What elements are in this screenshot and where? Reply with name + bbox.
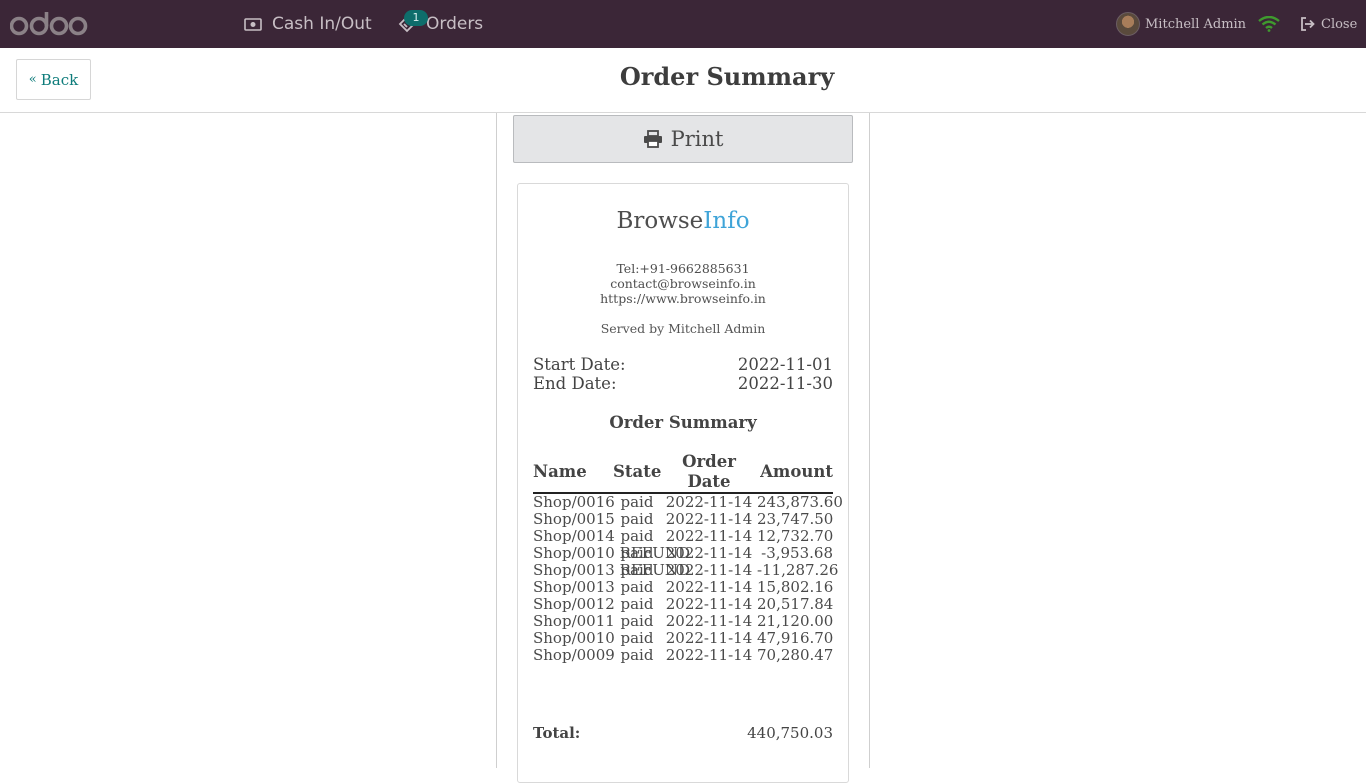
table-row: Shop/0010 REFUND paid 2022-11-14 -3,953.68: [533, 545, 833, 562]
served-by: Served by Mitchell Admin: [600, 321, 766, 336]
orders-label: Orders: [426, 14, 484, 34]
end-date-label: End Date:: [533, 374, 617, 393]
order-date-cell: 2022-11-14: [665, 493, 753, 511]
column-header-order-date: Order Date: [661, 452, 757, 494]
orders-table-body: Shop/0016 paid 2022-11-14 243,873.60 Shop/00…: [533, 493, 843, 664]
column-header-state: State: [613, 452, 661, 494]
order-state-cell: paid: [620, 493, 654, 511]
table-row: Shop/0009 paid 2022-11-14 70,280.47: [533, 647, 833, 664]
summary-title: Order Summary: [609, 413, 757, 432]
company-email: contact@browseinfo.in: [610, 276, 756, 291]
order-name-cell: Shop/0010 REFUND: [533, 544, 691, 562]
order-amount-cell: 15,802.16: [757, 578, 834, 596]
cash-in-out-label: Cash In/Out: [272, 14, 372, 34]
end-date-value: 2022-11-30: [737, 374, 833, 393]
order-date-cell: 2022-11-14: [665, 544, 753, 562]
avatar: [1116, 12, 1140, 36]
order-name-cell: Shop/0015: [533, 510, 615, 528]
close-label: Close: [1321, 16, 1358, 32]
order-date-cell: 2022-11-14: [665, 595, 753, 613]
table-row: Shop/0013 REFUND paid 2022-11-14 -11,287.26: [533, 561, 839, 579]
orders-table: Name State Order Date Amount Shop/0016 pa…: [533, 452, 843, 664]
order-amount-cell: 20,517.84: [757, 595, 834, 613]
close-button[interactable]: Close: [1300, 0, 1357, 48]
order-state-cell: paid: [620, 578, 654, 596]
order-name-cell: Shop/0014: [533, 527, 615, 545]
table-header-row: Name State Order Date Amount: [533, 452, 833, 494]
order-amount-cell: -3,953.68: [761, 544, 833, 562]
order-name-cell: Shop/0013: [533, 578, 615, 596]
order-name-cell: Shop/0016: [533, 493, 615, 511]
order-date-cell: 2022-11-14: [665, 510, 753, 528]
total-label: Total:: [533, 724, 581, 742]
user-name: Mitchell Admin: [1145, 16, 1247, 32]
order-state-cell: paid: [620, 527, 654, 545]
user-menu[interactable]: Mitchell Admin: [1116, 0, 1246, 48]
start-date-label: Start Date:: [533, 355, 626, 374]
order-name-cell: Shop/0013 REFUND: [533, 561, 691, 579]
screen-header: « Back Order Summary: [0, 48, 1366, 113]
connection-status[interactable]: [1258, 0, 1280, 48]
company-logo: BrowseInfo: [518, 208, 848, 234]
order-amount-cell: 243,873.60: [757, 493, 843, 511]
order-amount-cell: 47,916.70: [757, 629, 834, 647]
order-state-cell: paid: [620, 646, 654, 664]
odoo-logo[interactable]: [10, 10, 88, 38]
order-summary-receipt: BrowseInfo Tel:+91-9662885631 contact@br…: [517, 183, 849, 783]
order-amount-cell: 23,747.50: [757, 510, 834, 528]
print-label: Print: [670, 127, 724, 151]
company-website: https://www.browseinfo.in: [600, 291, 766, 306]
page-title: Order Summary: [619, 62, 835, 91]
order-date-cell: 2022-11-14: [665, 578, 753, 596]
table-row: Shop/0010 paid 2022-11-14 47,916.70: [533, 630, 833, 647]
table-row: Shop/0011 paid 2022-11-14 21,120.00: [533, 613, 833, 630]
order-name-cell: Shop/0010: [533, 629, 615, 647]
summary-column: Print BrowseInfo Tel:+91-9662885631 cont…: [496, 113, 870, 783]
company-contact: Tel:+91-9662885631 contact@browseinfo.in…: [518, 261, 848, 306]
table-row: Shop/0012 paid 2022-11-14 20,517.84: [533, 596, 833, 613]
print-button[interactable]: Print: [513, 115, 853, 163]
order-state-cell: paid: [620, 612, 654, 630]
brand-accent: Info: [703, 208, 750, 234]
order-amount-cell: 12,732.70: [757, 527, 834, 545]
order-date-cell: 2022-11-14: [665, 527, 753, 545]
order-date-cell: 2022-11-14: [665, 646, 753, 664]
brand-main: Browse: [616, 208, 704, 234]
money-icon: [244, 17, 262, 31]
column-header-amount: Amount: [757, 452, 833, 494]
order-name-cell: Shop/0011: [533, 612, 615, 630]
end-date-row: End Date: 2022-11-30: [533, 374, 833, 393]
order-date-cell: 2022-11-14: [665, 629, 753, 647]
order-state-cell: paid: [620, 510, 654, 528]
table-row: Shop/0016 paid 2022-11-14 243,873.60: [533, 493, 843, 511]
orders-button[interactable]: 1 Orders: [398, 0, 483, 48]
total-value: 440,750.03: [747, 724, 833, 742]
orders-count-badge: 1: [404, 10, 428, 26]
order-name-cell: Shop/0012: [533, 595, 615, 613]
column-header-name: Name: [533, 452, 613, 494]
company-phone: Tel:+91-9662885631: [616, 261, 750, 276]
order-amount-cell: -11,287.26: [757, 561, 839, 579]
wifi-icon: [1258, 16, 1280, 32]
table-row: Shop/0014 paid 2022-11-14 12,732.70: [533, 528, 833, 545]
table-row: Shop/0015 paid 2022-11-14 23,747.50: [533, 511, 833, 528]
cash-in-out-button[interactable]: Cash In/Out: [244, 0, 372, 48]
order-state-cell: paid: [620, 595, 654, 613]
order-state-cell: paid: [620, 629, 654, 647]
start-date-value: 2022-11-01: [737, 355, 833, 374]
start-date-row: Start Date: 2022-11-01: [533, 355, 833, 374]
table-row: Shop/0013 paid 2022-11-14 15,802.16: [533, 579, 833, 596]
sign-out-icon: [1301, 17, 1315, 31]
order-name-cell: Shop/0009: [533, 646, 615, 664]
print-icon: [643, 130, 662, 148]
top-navbar: Cash In/Out 1 Orders Mitchell Admin Clos…: [0, 0, 1366, 48]
order-amount-cell: 21,120.00: [757, 612, 834, 630]
total-row: Total: 440,750.03: [533, 724, 833, 742]
order-amount-cell: 70,280.47: [757, 646, 834, 664]
order-date-cell: 2022-11-14: [665, 612, 753, 630]
order-date-cell: 2022-11-14: [665, 561, 753, 579]
